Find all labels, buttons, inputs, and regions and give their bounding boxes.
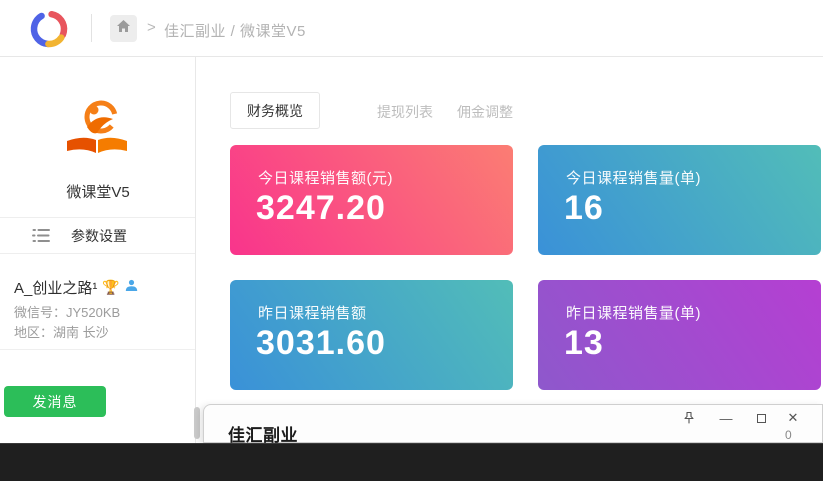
- stat-card-yesterday-sales-amount: 昨日课程销售额 3031.60: [230, 280, 513, 390]
- header-divider: [91, 14, 92, 42]
- shop-name: 微课堂V5: [0, 181, 196, 202]
- pushpin-icon: [682, 411, 696, 425]
- divider: [0, 349, 195, 350]
- sidebar: 微课堂V5 参数设置 A_创业之路¹ 🏆 微信号：JY520KB 地区：湖南 长…: [0, 57, 196, 445]
- pin-button[interactable]: [678, 409, 700, 427]
- home-button[interactable]: [110, 15, 137, 42]
- send-message-button[interactable]: 发消息: [4, 386, 106, 417]
- divider: [0, 253, 195, 254]
- minimize-button[interactable]: —: [715, 409, 737, 427]
- trophy-icon: 🏆: [102, 279, 119, 296]
- windows-taskbar: 中 22:32 2024/1/4 2: [0, 443, 823, 481]
- tab-finance-overview[interactable]: 财务概览: [230, 92, 320, 129]
- close-button[interactable]: ✕: [782, 409, 804, 427]
- user-name-text: A_创业之路¹: [14, 277, 97, 298]
- maximize-button[interactable]: [750, 409, 772, 427]
- overlay-window: 佳汇副业 — ✕ 0: [203, 404, 823, 443]
- stat-card-yesterday-sales-count: 昨日课程销售量(单) 13: [538, 280, 821, 390]
- stat-value: 3247.20: [256, 189, 386, 228]
- member-icon: [125, 279, 138, 296]
- stat-value: 3031.60: [256, 324, 386, 363]
- scrollbar-thumb[interactable]: [194, 407, 200, 439]
- stat-label: 昨日课程销售额: [258, 302, 367, 323]
- top-header: > 佳汇副业 / 微课堂V5: [0, 0, 823, 57]
- screen: > 佳汇副业 / 微课堂V5 微课堂V5 参数设置: [0, 0, 823, 481]
- main-content: 财务概览 提现列表 佣金调整 今日课程销售额(元) 3247.20 今日课程销售…: [196, 57, 823, 445]
- list-icon: [32, 228, 51, 243]
- home-icon: [116, 19, 131, 38]
- user-region: 地区：湖南 长沙: [14, 322, 109, 341]
- maximize-icon: [757, 414, 766, 423]
- tab-commission-adjust[interactable]: 佣金调整: [457, 102, 513, 122]
- shop-logo-icon: [61, 91, 133, 168]
- sidebar-item-settings[interactable]: 参数设置: [0, 218, 195, 253]
- breadcrumb-separator-icon: >: [147, 19, 156, 36]
- stat-value: 16: [564, 189, 604, 228]
- stat-card-today-sales-count: 今日课程销售量(单) 16: [538, 145, 821, 255]
- user-name: A_创业之路¹ 🏆: [14, 277, 138, 298]
- stat-label: 昨日课程销售量(单): [566, 302, 701, 323]
- tab-withdraw-list[interactable]: 提现列表: [377, 102, 433, 122]
- stat-label: 今日课程销售额(元): [258, 167, 393, 188]
- stat-card-today-sales-amount: 今日课程销售额(元) 3247.20: [230, 145, 513, 255]
- app-logo-icon: [26, 6, 72, 57]
- user-wechat-id: 微信号：JY520KB: [14, 302, 120, 321]
- stat-value: 13: [564, 324, 604, 363]
- breadcrumb[interactable]: 佳汇副业 / 微课堂V5: [164, 20, 306, 41]
- stat-label: 今日课程销售量(单): [566, 167, 701, 188]
- overlay-corner-text: 0: [785, 428, 792, 442]
- sidebar-item-label: 参数设置: [71, 226, 127, 246]
